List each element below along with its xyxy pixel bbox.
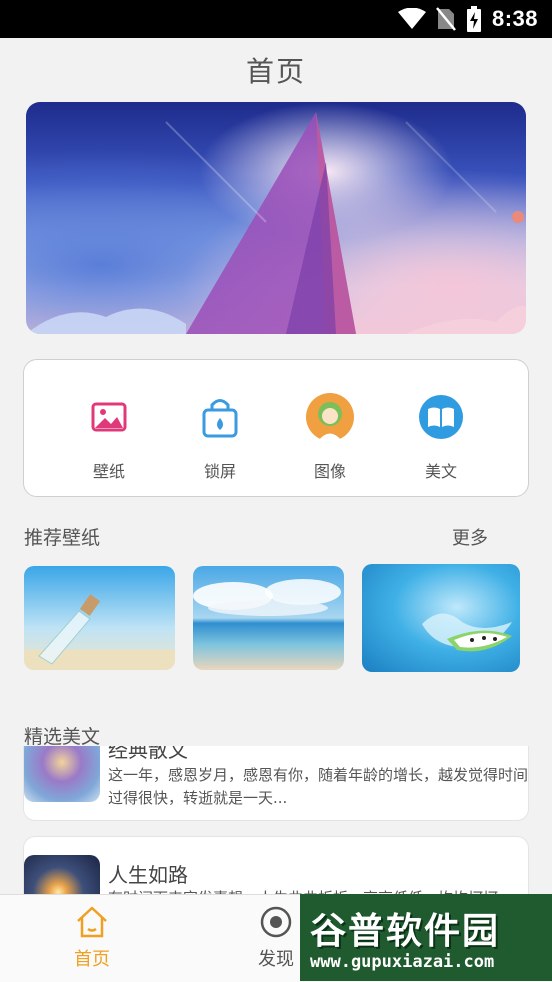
quick-action-label: 锁屏: [203, 462, 236, 481]
status-bar: 8:38: [0, 0, 552, 38]
watermark-logo: 谷普软件园 www.gupuxiazai.com: [300, 894, 552, 981]
lock-screen-icon: [202, 399, 238, 438]
article-excerpt: 这一年，感恩岁月，感恩有你，随着年龄的增长，越发觉得时间过得很快，转逝就是一天.…: [108, 766, 529, 807]
quick-action-wallpaper[interactable]: 壁纸: [64, 392, 154, 482]
status-icons: 8:38: [397, 6, 538, 32]
recommended-section-title: 推荐壁纸: [24, 527, 101, 549]
nav-label-home: 首页: [74, 949, 110, 970]
wallpaper-thumb-bottle[interactable]: [24, 566, 175, 670]
avatar-image-icon: [306, 393, 354, 441]
wallpaper-thumb-sea[interactable]: [193, 566, 344, 670]
watermark-url: www.gupuxiazai.com: [310, 952, 495, 972]
article-card[interactable]: 经典散文 这一年，感恩岁月，感恩有你，随着年龄的增长，越发觉得时间过得很快，转逝…: [23, 746, 529, 821]
quick-action-lockscreen[interactable]: 锁屏: [175, 392, 265, 482]
page-title: 首页: [245, 55, 306, 88]
article-thumb-image: [24, 746, 100, 802]
quick-actions-panel: 壁纸 锁屏 图像 美文: [23, 359, 529, 497]
book-icon: [419, 395, 463, 439]
wallpaper-icon: [91, 402, 127, 432]
article-title: 人生如路: [108, 863, 188, 887]
nav-item-home[interactable]: 首页: [52, 905, 132, 971]
quick-action-avatar[interactable]: 图像: [285, 392, 375, 482]
battery-charging-icon: [466, 6, 481, 32]
wallpaper-thumb-splash[interactable]: [362, 564, 520, 672]
banner-image[interactable]: [26, 102, 526, 334]
status-time: 8:38: [491, 6, 538, 31]
quick-action-label: 壁纸: [92, 462, 125, 481]
wifi-icon: [397, 8, 426, 29]
water-splash-melon-image: [362, 564, 520, 672]
quick-action-articles[interactable]: 美文: [396, 392, 486, 482]
quick-action-label: 美文: [424, 462, 457, 481]
watermark-title: 谷普软件园: [310, 911, 501, 952]
featured-section-title: 精选美文: [24, 726, 101, 748]
article-title: 经典散文: [108, 746, 188, 762]
bottle-on-beach-image: [24, 566, 175, 670]
more-link[interactable]: 更多: [452, 524, 488, 550]
discover-icon: [260, 906, 292, 938]
sea-and-clouds-image: [193, 566, 344, 670]
no-sim-icon: [435, 7, 456, 31]
quick-action-label: 图像: [313, 462, 346, 481]
sailboat-illustration: [26, 112, 526, 334]
home-icon: [77, 906, 107, 938]
